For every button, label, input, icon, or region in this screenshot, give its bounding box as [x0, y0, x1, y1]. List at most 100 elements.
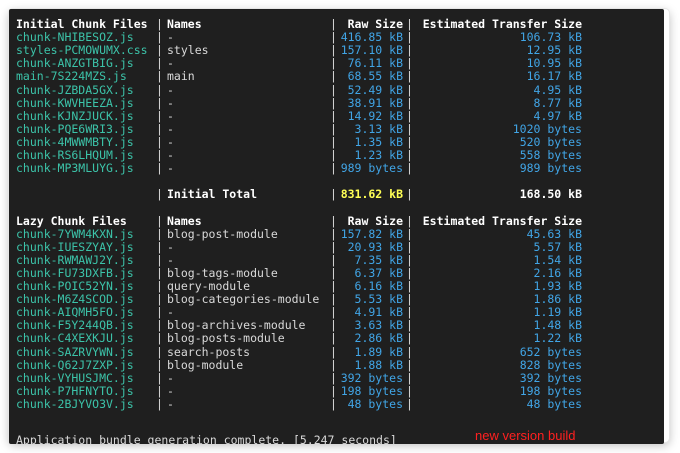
column-separator: | — [406, 396, 413, 411]
column-separator: | — [406, 95, 413, 110]
column-separator: | — [406, 43, 413, 58]
chunk-name: - — [167, 161, 174, 176]
raw-size-value: 52.49 kB — [347, 82, 403, 97]
column-separator: | — [330, 69, 337, 84]
column-separator: | — [156, 30, 163, 45]
column-separator: | — [156, 265, 163, 280]
transfer-size-column-header: Estimated Transfer Size — [422, 17, 582, 31]
chunk-row: chunk-IUESZYAY.js - 20.93 kB 5.57 kB | | | — [9, 239, 664, 254]
column-separator: | — [406, 252, 413, 267]
transfer-size-column-header: Estimated Transfer Size — [422, 213, 582, 228]
column-separator: | — [156, 187, 163, 202]
chunk-name: styles — [167, 43, 209, 58]
column-separator: | — [156, 357, 163, 372]
column-separator: | — [330, 383, 337, 398]
raw-size-value: 1.23 kB — [354, 148, 403, 162]
names-column-header: Names — [167, 213, 202, 228]
column-separator: | — [406, 265, 413, 280]
initial-chunks-header: Initial Chunk Files Names Raw Size Estimate… — [9, 18, 664, 31]
column-separator: | — [330, 344, 337, 359]
transfer-size-value: 1.54 kB — [533, 252, 582, 267]
initial-total-raw-size: 831.62 kB — [340, 187, 403, 202]
transfer-size-value: 1.19 kB — [533, 305, 582, 320]
raw-size-value: 4.91 kB — [354, 305, 403, 320]
transfer-size-value: 2.16 kB — [533, 265, 582, 280]
column-separator: | — [330, 161, 337, 176]
column-separator: | — [156, 69, 163, 84]
transfer-size-value: 4.95 kB — [533, 82, 582, 97]
chunk-file-name: chunk-RS6LHQUM.js — [16, 148, 134, 162]
column-separator: | — [330, 17, 337, 31]
transfer-size-value: 520 bytes — [519, 134, 582, 149]
chunk-row: chunk-F5Y244QB.js blog-archives-module 3.6… — [9, 319, 664, 332]
chunk-row: chunk-M6Z4SCOD.js blog-categories-module 5… — [9, 293, 664, 306]
chunk-row: chunk-RWMAWJ2Y.js - 7.35 kB 1.54 kB | | | — [9, 252, 664, 267]
column-separator: | — [156, 43, 163, 58]
column-separator: | — [330, 213, 337, 228]
chunk-file-name: chunk-VYHUSJMC.js — [16, 370, 134, 385]
chunk-file-name: styles-PCMOWUMX.css — [16, 43, 148, 58]
column-separator: | — [406, 331, 413, 346]
chunk-name: - — [167, 56, 174, 71]
chunk-row: chunk-P7HFNYTO.js -198 bytes 198 bytes | | | — [9, 383, 664, 398]
chunk-file-name: chunk-M6Z4SCOD.js — [16, 292, 134, 307]
initial-total-row: Initial Total 831.62 kB 168.50 kB | | | — [9, 188, 664, 201]
chunk-name: blog-post-module — [167, 226, 278, 241]
column-separator: | — [156, 370, 163, 385]
column-separator: | — [156, 161, 163, 176]
raw-size-value: 1.35 kB — [354, 134, 403, 149]
column-separator: | — [156, 121, 163, 136]
lazy-chunks-header: Lazy Chunk Files Names Raw Size Estimated T… — [9, 213, 664, 228]
transfer-size-value: 1.22 kB — [533, 331, 582, 346]
transfer-size-value: 4.97 kB — [533, 108, 582, 123]
column-separator: | — [156, 292, 163, 307]
chunk-file-name: chunk-P7HFNYTO.js — [16, 383, 134, 398]
column-separator: | — [156, 279, 163, 293]
transfer-size-value: 392 bytes — [519, 370, 582, 385]
column-separator: | — [406, 318, 413, 333]
transfer-size-value: 989 bytes — [519, 161, 582, 176]
column-separator: | — [330, 265, 337, 280]
raw-size-value: 1.89 kB — [354, 344, 403, 359]
chunk-name: blog-module — [167, 357, 244, 372]
chunk-name: - — [167, 396, 174, 411]
transfer-size-value: 10.95 kB — [526, 56, 582, 71]
names-column-header: Names — [167, 17, 202, 31]
chunk-file-name: chunk-AIQMH5FO.js — [16, 305, 134, 320]
column-separator: | — [330, 292, 337, 307]
chunk-row: chunk-FU73DXFB.js blog-tags-module 6.37 kB… — [9, 265, 664, 280]
raw-size-value: 989 bytes — [340, 161, 403, 176]
column-separator: | — [406, 56, 413, 71]
chunk-row: chunk-PQE6WRI3.js - 3.13 kB 1020 bytes | | | — [9, 121, 664, 136]
column-separator: | — [156, 82, 163, 97]
column-separator: | — [406, 370, 413, 385]
chunk-name: search-posts — [167, 344, 251, 359]
raw-size-value: 48 bytes — [347, 396, 403, 411]
column-separator: | — [330, 331, 337, 346]
chunk-file-name: chunk-7YWM4KXN.js — [16, 226, 134, 241]
chunk-row: chunk-C4XEXKJU.js blog-posts-module 2.86 k… — [9, 332, 664, 345]
column-separator: | — [330, 148, 337, 162]
chunk-name: query-module — [167, 279, 251, 293]
column-separator: | — [330, 121, 337, 136]
column-separator: | — [406, 305, 413, 320]
column-separator: | — [330, 396, 337, 411]
chunk-row: chunk-SAZRVYWN.js search-posts 1.89 kB 652 … — [9, 344, 664, 359]
chunk-name: - — [167, 30, 174, 45]
chunk-file-name: chunk-ANZGTBIG.js — [16, 56, 134, 71]
column-separator: | — [330, 95, 337, 110]
raw-size-value: 157.82 kB — [340, 226, 403, 241]
column-separator: | — [330, 239, 337, 254]
column-separator: | — [156, 134, 163, 149]
chunk-file-name: chunk-2BJYVO3V.js — [16, 396, 134, 411]
chunk-row: chunk-NHIBESOZ.js - 416.85 kB 106.73 kB | | | — [9, 31, 664, 44]
column-separator: | — [330, 108, 337, 123]
chunk-name: blog-posts-module — [167, 331, 285, 346]
chunk-row: chunk-2BJYVO3V.js -48 bytes 48 bytes | | | — [9, 396, 664, 411]
chunk-name: - — [167, 108, 174, 123]
chunk-file-name: chunk-RWMAWJ2Y.js — [16, 252, 134, 267]
column-separator: | — [406, 187, 413, 202]
raw-size-value: 416.85 kB — [340, 30, 403, 45]
chunk-row: chunk-KJNZJUCK.js - 14.92 kB 4.97 kB | | | — [9, 108, 664, 123]
column-separator: | — [156, 108, 163, 123]
